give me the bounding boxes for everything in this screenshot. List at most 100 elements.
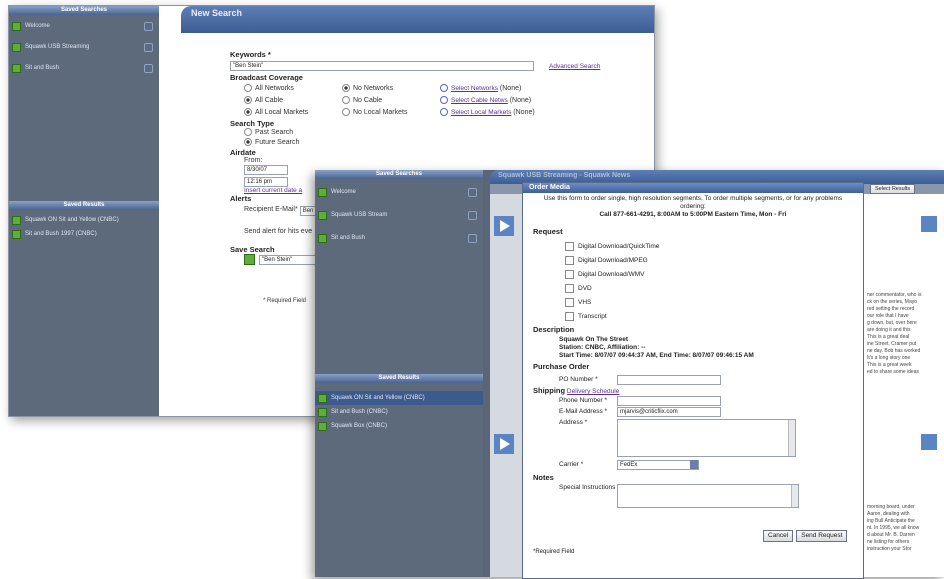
result-icon <box>318 407 327 417</box>
saved-result-item-selected[interactable]: Squawk ON Sit and Yellow (CNBC) <box>315 391 483 405</box>
snippet-line: our role that I have <box>867 313 909 319</box>
saved-search-item[interactable]: Squawk USB Streaming <box>9 40 159 54</box>
coverage-row: All Cable No Cable Select Cable Netws (Non… <box>244 94 650 106</box>
saved-search-item[interactable]: Welcome <box>9 19 159 33</box>
saved-result-item[interactable]: Squawk ON Sit and Yellow (CNBC) <box>9 213 159 227</box>
scrollbar[interactable] <box>791 485 798 507</box>
po-number-input[interactable] <box>617 374 721 385</box>
edit-icon[interactable] <box>144 42 153 52</box>
dialog-title: Order Media <box>523 183 863 193</box>
saved-search-item[interactable]: Sit and Bush <box>315 231 483 245</box>
saved-search-item[interactable]: Squawk USB Stream <box>315 208 483 222</box>
saved-result-item[interactable]: Sit and Bush (CNBC) <box>315 405 483 419</box>
radio-button[interactable] <box>244 84 252 92</box>
radio-button[interactable] <box>342 108 350 116</box>
checkbox[interactable] <box>565 241 574 251</box>
radio-button[interactable] <box>244 138 252 146</box>
keywords-label: Keywords * <box>230 50 271 59</box>
radio-button[interactable] <box>440 108 448 116</box>
snippet-line: morning board, under <box>867 504 915 510</box>
checkbox[interactable] <box>565 297 574 307</box>
play-button-1[interactable] <box>494 216 514 236</box>
save-search-input[interactable]: "Ben Stein" <box>259 254 323 265</box>
advanced-search-link[interactable]: Advanced Search <box>549 63 600 70</box>
front-sidebar: Saved Searches Welcome Squawk USB Stream… <box>315 170 483 577</box>
saved-search-item[interactable]: Welcome <box>315 185 483 199</box>
edit-icon[interactable] <box>468 233 477 243</box>
shipping-label: Shipping <box>533 386 566 395</box>
past-search-option[interactable]: Past Search <box>244 128 650 138</box>
coverage-option[interactable]: All Cable <box>244 96 342 104</box>
snippet-line: It's a long story one <box>867 355 911 361</box>
chevron-down-icon[interactable] <box>690 460 698 469</box>
address-textarea[interactable] <box>617 419 796 457</box>
phone-label: Phone Number * <box>559 397 608 404</box>
airdate-date-input[interactable]: 8/30/07 <box>244 165 288 175</box>
saved-result-item[interactable]: Squawk Box (CNBC) <box>315 419 483 433</box>
edit-icon[interactable] <box>144 63 153 73</box>
radio-button[interactable] <box>342 96 350 104</box>
description-station: Station: CNBC, Affiliation: -- <box>559 344 646 351</box>
request-label: Request <box>533 227 563 236</box>
select-results-button[interactable]: Select Results <box>870 184 916 194</box>
coverage-option[interactable]: No Cable <box>342 96 440 104</box>
coverage-option[interactable]: All Local Markets <box>244 108 342 116</box>
special-instructions-textarea[interactable] <box>617 484 799 508</box>
snippet-line: are doing it and this <box>867 327 911 333</box>
future-search-option[interactable]: Future Search <box>244 138 650 148</box>
play-button-4[interactable] <box>921 434 937 450</box>
checkbox[interactable] <box>565 255 574 265</box>
keywords-input[interactable]: "Ben Stein" <box>230 61 534 71</box>
checkbox[interactable] <box>565 311 574 321</box>
edit-icon[interactable] <box>468 187 477 197</box>
saved-search-item[interactable]: Sit and Bush <box>9 61 159 75</box>
coverage-select-option[interactable]: Select Local Markets (None) <box>440 108 535 116</box>
purchase-order-label: Purchase Order <box>533 362 590 371</box>
request-option[interactable]: Digital Download/MPEG <box>565 253 863 267</box>
save-icon[interactable] <box>244 254 255 265</box>
radio-button[interactable] <box>342 84 350 92</box>
saved-result-item[interactable]: Sit and Bush 1997 (CNBC) <box>9 227 159 241</box>
coverage-option[interactable]: All Networks <box>244 84 342 92</box>
cancel-button[interactable]: Cancel <box>763 530 794 542</box>
page-title: New Search <box>191 8 243 18</box>
coverage-select-option[interactable]: Select Networks (None) <box>440 84 521 92</box>
result-icon <box>318 393 327 403</box>
back-sidebar: Saved Searches Welcome Squawk USB Stream… <box>9 6 159 416</box>
checkbox[interactable] <box>565 269 574 279</box>
saved-searches-header: Saved Searches <box>9 6 159 15</box>
description-times: Start Time: 8/07/07 09:44:37 AM, End Tim… <box>559 352 754 359</box>
request-option[interactable]: Digital Download/QuickTime <box>565 239 863 253</box>
request-option[interactable]: Digital Download/WMV <box>565 267 863 281</box>
search-folder-icon <box>12 42 21 52</box>
window-title: Squawk USB Streaming - Squawk News <box>498 172 631 179</box>
coverage-option[interactable]: No Local Markets <box>342 108 440 116</box>
phone-input[interactable] <box>617 395 721 406</box>
play-button-3[interactable] <box>921 216 937 232</box>
radio-button[interactable] <box>440 84 448 92</box>
radio-button[interactable] <box>244 128 252 136</box>
email-input[interactable]: mjarvis@criticflix.com <box>617 406 721 417</box>
coverage-option[interactable]: No Networks <box>342 84 440 92</box>
carrier-select[interactable]: FedEx <box>617 459 699 470</box>
request-option[interactable]: Transcript <box>565 309 863 323</box>
edit-icon[interactable] <box>468 210 477 220</box>
edit-icon[interactable] <box>144 21 153 31</box>
radio-button[interactable] <box>244 96 252 104</box>
broadcast-coverage-label: Broadcast Coverage <box>230 73 303 82</box>
play-button-2[interactable] <box>494 434 514 454</box>
request-option[interactable]: VHS <box>565 295 863 309</box>
scrollbar[interactable] <box>788 420 795 456</box>
coverage-row: All Networks No Networks Select Networks (… <box>244 82 650 94</box>
result-snippet-2: morning board, under Aaron, dealing with i… <box>867 504 942 553</box>
radio-button[interactable] <box>244 108 252 116</box>
snippet-line: g down, but, over here <box>867 320 917 326</box>
snippet-line: ne day. Bob has worked <box>867 348 921 354</box>
send-request-button[interactable]: Send Request <box>796 530 848 542</box>
radio-button[interactable] <box>440 96 448 104</box>
delivery-schedule-link[interactable]: Delivery Schedule <box>567 388 619 395</box>
checkbox[interactable] <box>565 283 574 293</box>
coverage-select-option[interactable]: Select Cable Netws (None) <box>440 96 531 104</box>
airdate-time-input[interactable]: 12:16 pm <box>244 177 288 187</box>
request-option[interactable]: DVD <box>565 281 863 295</box>
